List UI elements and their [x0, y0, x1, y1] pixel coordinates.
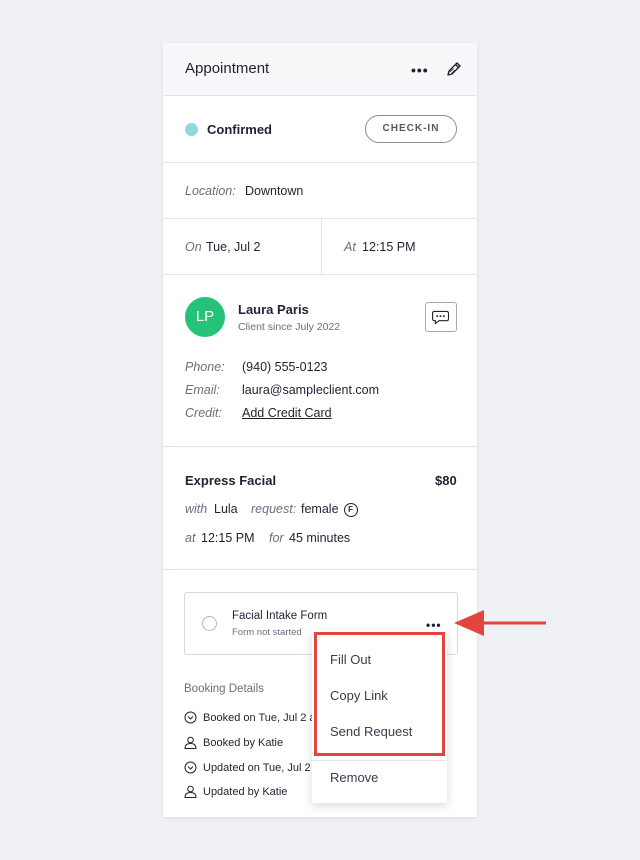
form-status-radio[interactable]	[202, 616, 217, 631]
service-name[interactable]: Express Facial	[185, 473, 276, 488]
divider	[321, 219, 322, 274]
page-title: Appointment	[185, 60, 270, 77]
booked-on-text: Booked on Tue, Jul 2 a	[203, 712, 316, 724]
location-section: Location: Downtown	[163, 163, 477, 219]
service-time: 12:15 PM	[201, 531, 255, 545]
annotation-highlight-box	[314, 632, 445, 756]
menu-item-remove[interactable]: Remove	[330, 770, 378, 785]
status-indicator-icon	[185, 123, 198, 136]
panel-header: Appointment •••	[163, 43, 477, 96]
form-more-options-icon[interactable]: •••	[426, 619, 442, 631]
annotation-arrow-icon	[454, 610, 546, 636]
location-value[interactable]: Downtown	[245, 184, 303, 198]
with-label: with	[185, 502, 208, 516]
date-label: On	[185, 240, 202, 254]
email-value[interactable]: laura@sampleclient.com	[242, 383, 379, 397]
request-value: female F	[301, 502, 358, 517]
staff-name[interactable]: Lula	[214, 502, 238, 516]
clock-icon	[184, 761, 197, 774]
time-label: At	[344, 240, 356, 254]
menu-divider	[312, 760, 447, 761]
at-label: at	[185, 531, 196, 545]
booked-by-text: Booked by Katie	[203, 737, 284, 749]
phone-label: Phone:	[185, 360, 225, 374]
location-label: Location:	[185, 184, 236, 198]
status-label: Confirmed	[207, 122, 272, 137]
date-value[interactable]: Tue, Jul 2	[206, 240, 260, 254]
check-in-button[interactable]: CHECK-IN	[365, 115, 457, 143]
form-name: Facial Intake Form	[232, 610, 328, 622]
client-section: LP Laura Paris Client since July 2022 Ph…	[163, 275, 477, 447]
female-badge-icon: F	[343, 502, 358, 517]
client-since: Client since July 2022	[238, 321, 341, 333]
datetime-section: On Tue, Jul 2 At 12:15 PM	[163, 219, 477, 275]
pencil-icon[interactable]	[445, 60, 463, 78]
request-label: request:	[251, 502, 297, 516]
credit-label: Credit:	[185, 406, 222, 420]
service-section: Express Facial $80 with Lula request: fe…	[163, 447, 477, 570]
user-icon	[184, 785, 197, 798]
service-price: $80	[435, 473, 457, 488]
time-value[interactable]: 12:15 PM	[362, 240, 416, 254]
phone-value[interactable]: (940) 555-0123	[242, 360, 327, 374]
avatar: LP	[185, 297, 225, 337]
clock-icon	[184, 711, 197, 724]
message-button[interactable]	[425, 302, 457, 332]
service-duration: 45 minutes	[289, 531, 351, 545]
more-options-icon[interactable]: •••	[411, 63, 429, 77]
add-credit-card-link[interactable]: Add Credit Card	[242, 406, 332, 420]
for-label: for	[269, 531, 284, 545]
form-status: Form not started	[232, 627, 302, 638]
status-section: Confirmed CHECK-IN	[163, 96, 477, 163]
client-name[interactable]: Laura Paris	[238, 302, 309, 317]
user-icon	[184, 736, 197, 749]
booking-details-title: Booking Details	[184, 683, 264, 695]
chat-bubble-icon	[432, 310, 450, 325]
email-label: Email:	[185, 383, 220, 397]
updated-by-text: Updated by Katie	[203, 786, 288, 798]
updated-on-text: Updated on Tue, Jul 2	[203, 762, 311, 774]
